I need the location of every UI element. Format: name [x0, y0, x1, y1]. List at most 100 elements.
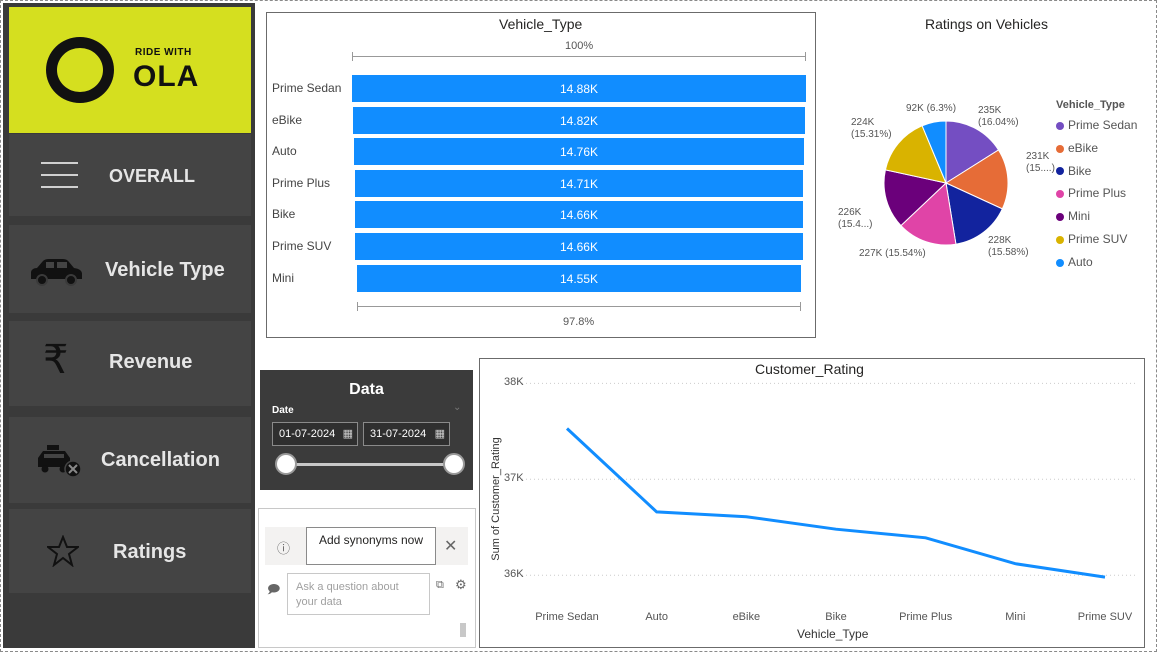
date-slicer: Data Date ⌄ 01-07-2024 ▦ 31-07-2024 ▦: [260, 370, 473, 490]
legend-label: Bike: [1068, 163, 1092, 178]
slider-handle-start[interactable]: [275, 453, 297, 475]
top-percent-label: 100%: [565, 40, 594, 52]
star-icon: [47, 535, 79, 567]
bar-category-label: Mini: [272, 270, 295, 285]
y-tick-label: 38K: [504, 376, 524, 389]
nav-label-ratings: Ratings: [113, 541, 187, 563]
end-date-input[interactable]: 31-07-2024 ▦: [363, 422, 450, 446]
bottom-axis-tick-right: [800, 302, 801, 311]
legend-dot-icon: [1056, 121, 1064, 130]
scrollbar-thumb[interactable]: [460, 623, 466, 637]
nav-item-cancellation[interactable]: Cancellation: [9, 417, 251, 503]
pie-label-auto: 92K (6.3%): [906, 103, 957, 114]
add-synonyms-button[interactable]: Add synonyms now: [306, 527, 436, 565]
nav-item-overall[interactable]: OVERALL: [9, 134, 251, 216]
y-tick-label: 37K: [504, 472, 524, 485]
info-icon: ⓘ: [277, 541, 291, 556]
start-date-input[interactable]: 01-07-2024 ▦: [272, 422, 358, 446]
nav-item-revenue[interactable]: ₹ Revenue: [9, 321, 251, 406]
nav-label-overall: OVERALL: [109, 166, 196, 186]
y-tick-label: 36K: [504, 568, 524, 581]
legend-dot-icon: [1056, 190, 1064, 199]
legend-label: Prime SUV: [1068, 232, 1128, 246]
bar-value-label: 14.55K: [559, 271, 599, 286]
nav-label-revenue: Revenue: [109, 351, 193, 373]
qa-question-input[interactable]: Ask a question about your data: [287, 573, 430, 615]
legend-dot-icon: [1056, 167, 1064, 176]
legend-label: Mini: [1068, 209, 1091, 224]
end-date-value: 31-07-2024: [370, 428, 427, 440]
logo-text-small: RIDE WITH: [135, 47, 192, 58]
pie-legend-item[interactable]: Bike: [1056, 164, 1091, 178]
bar-category-label: Prime SUV: [272, 239, 332, 253]
pie-legend-item[interactable]: Auto: [1056, 255, 1093, 269]
pie-label-prime-suv: 224K (15.31%): [851, 117, 892, 140]
bar[interactable]: 14.88K: [352, 75, 806, 102]
legend-label: Prime Plus: [1068, 186, 1127, 201]
bar[interactable]: 14.66K: [355, 201, 803, 229]
bar-category-label: Prime Sedan: [272, 81, 342, 95]
line-svg: [522, 382, 1135, 579]
logo-text-big: OLA: [133, 60, 200, 93]
slicer-title: Data: [349, 381, 384, 398]
nav-item-vehicle-type[interactable]: Vehicle Type: [9, 225, 251, 313]
bar[interactable]: 14.55K: [357, 264, 801, 292]
bottom-percent-label: 97.8%: [563, 316, 595, 328]
ola-logo: RIDE WITH OLA: [9, 7, 251, 133]
logo-ring-icon: [46, 37, 114, 103]
vehicle-chart-title: Vehicle_Type: [499, 16, 583, 32]
slicer-date-label: Date: [272, 405, 294, 416]
rating-series-line[interactable]: [565, 427, 1106, 579]
hierarchy-icon[interactable]: ⧉: [436, 579, 444, 592]
bar-category-label: Bike: [272, 207, 296, 222]
slider-handle-end[interactable]: [443, 453, 465, 475]
pie-legend-item[interactable]: Prime Sedan: [1056, 118, 1137, 132]
ratings-pie-chart[interactable]: Ratings on Vehicles 235K (16.04%) 231K (15…: [826, 8, 1146, 288]
nav-item-ratings[interactable]: Ratings: [9, 509, 251, 593]
bar-category-label: eBike: [272, 112, 303, 127]
gear-icon[interactable]: ⚙: [455, 577, 467, 593]
date-slider-track[interactable]: [284, 463, 454, 466]
legend-label: eBike: [1068, 140, 1099, 155]
pie-label-bike: 228K (15.58%): [988, 235, 1029, 258]
close-icon[interactable]: ✕: [444, 536, 457, 556]
bar-value-label: 14.76K: [559, 145, 599, 160]
pie-legend-item[interactable]: Mini: [1056, 209, 1090, 223]
legend-label: Auto: [1068, 254, 1093, 269]
chevron-down-icon[interactable]: ⌄: [453, 402, 461, 413]
calendar-icon[interactable]: ▦: [435, 427, 445, 440]
bar[interactable]: 14.76K: [353, 138, 805, 166]
bar-category-label: Auto: [272, 144, 297, 159]
pie-label-prime-plus: 227K (15.54%): [859, 248, 926, 259]
x-tick-label: Bike: [825, 611, 847, 623]
customer-rating-line-chart[interactable]: Customer_Rating Sum of Customer_Rating V…: [479, 358, 1145, 648]
menu-icon: [41, 162, 78, 188]
rupee-icon: ₹: [43, 337, 69, 383]
start-date-value: 01-07-2024: [279, 428, 336, 440]
pie-legend-title: Vehicle_Type: [1056, 99, 1125, 111]
calendar-icon[interactable]: ▦: [343, 427, 353, 440]
bar-category-label: Prime Plus: [272, 175, 331, 190]
pie-label-prime-sedan: 235K (16.04%): [978, 105, 1019, 128]
vehicle-type-chart[interactable]: Vehicle_Type 100% Prime Sedan 14.88K eBike…: [266, 12, 816, 338]
top-axis-tick-right: [805, 52, 806, 61]
top-axis-tick-left: [352, 52, 353, 61]
car-icon: [31, 259, 82, 286]
bottom-axis-line: [357, 306, 801, 307]
bar[interactable]: 14.82K: [352, 106, 806, 134]
legend-dot-icon: [1056, 213, 1064, 222]
bar-value-label: 14.82K: [559, 113, 598, 128]
pie-legend-item[interactable]: Prime SUV: [1056, 232, 1127, 246]
x-tick-label: eBike: [732, 611, 761, 623]
bar[interactable]: 14.71K: [354, 169, 804, 197]
pie-legend-item[interactable]: eBike: [1056, 141, 1098, 155]
bar-value-label: 14.66K: [559, 208, 598, 223]
pie-label-ebike: 231K (15....): [1026, 151, 1055, 174]
bar-value-label: 14.66K: [559, 240, 598, 254]
pie-legend-item[interactable]: Prime Plus: [1056, 186, 1126, 200]
sidebar: RIDE WITH OLA OVERALL Vehicle Type ₹ Rev…: [3, 3, 255, 648]
nav-label-vehicle-type: Vehicle Type: [105, 259, 225, 281]
bar-value-label: 14.71K: [559, 176, 598, 191]
bar[interactable]: 14.66K: [355, 233, 803, 260]
legend-dot-icon: [1056, 235, 1064, 244]
